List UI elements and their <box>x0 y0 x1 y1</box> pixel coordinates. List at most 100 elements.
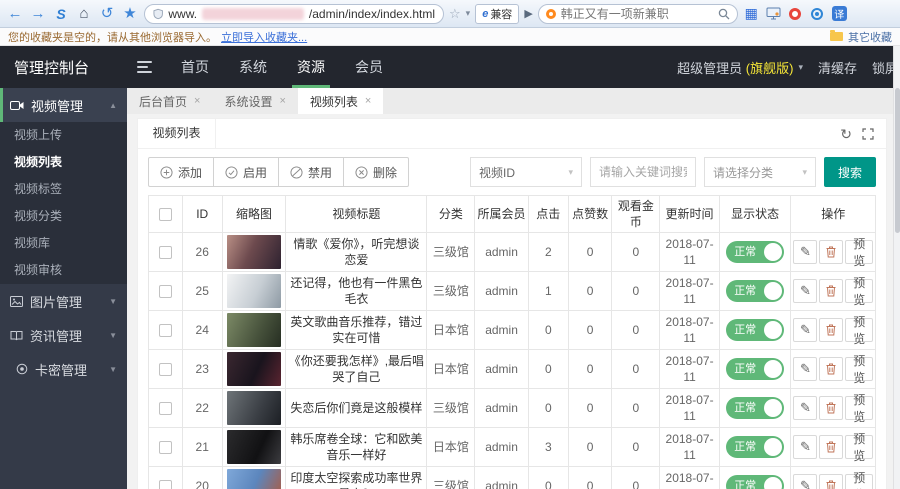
translate-icon[interactable]: 译 <box>831 5 848 22</box>
username-menu[interactable]: 超级管理员 (旗舰版) <box>677 58 793 77</box>
search-button[interactable]: 搜索 <box>824 157 876 187</box>
home-icon[interactable]: ⌂ <box>75 6 93 21</box>
browser-search-box[interactable]: 韩正又有一项新兼职 <box>537 3 738 24</box>
import-bookmarks-link[interactable]: 立即导入收藏夹... <box>221 29 307 45</box>
scrollbar-thumb[interactable] <box>895 88 900 233</box>
video-thumbnail[interactable] <box>226 313 281 348</box>
preview-button[interactable]: 预览 <box>845 471 873 489</box>
preview-button[interactable]: 预览 <box>845 237 873 268</box>
screenshot-icon[interactable] <box>765 5 782 22</box>
address-bar[interactable]: www. /admin/index/index.html <box>144 3 444 24</box>
other-bookmarks-label[interactable]: 其它收藏 <box>848 29 892 45</box>
preview-button[interactable]: 预览 <box>845 393 873 424</box>
video-thumbnail[interactable] <box>226 391 281 426</box>
status-toggle[interactable]: 正常 <box>726 397 785 420</box>
sidebar-item-video-category[interactable]: 视频分类 <box>0 203 127 230</box>
forward-icon[interactable]: → <box>29 6 47 21</box>
video-thumbnail[interactable] <box>226 235 281 270</box>
video-thumbnail[interactable] <box>226 274 281 309</box>
apps-grid-icon[interactable]: ▦ <box>743 5 760 22</box>
preview-button[interactable]: 预览 <box>845 276 873 307</box>
trash-button[interactable] <box>819 474 844 489</box>
edit-button[interactable]: ✎ <box>793 435 818 460</box>
nav-resource[interactable]: 资源 <box>282 46 340 88</box>
sidebar-group-card[interactable]: 卡密管理 ▼ <box>0 352 127 386</box>
refresh-icon[interactable]: ↻ <box>840 127 852 141</box>
sidebar-item-video-library[interactable]: 视频库 <box>0 230 127 257</box>
trash-button[interactable] <box>819 240 844 265</box>
sidebar-item-video-tags[interactable]: 视频标签 <box>0 176 127 203</box>
row-checkbox[interactable] <box>158 440 172 454</box>
privacy-extension-icon[interactable] <box>809 5 826 22</box>
trash-button[interactable] <box>819 357 844 382</box>
close-icon[interactable]: × <box>279 95 285 107</box>
status-toggle[interactable]: 正常 <box>726 436 785 459</box>
user-caret-icon[interactable]: ▾ <box>798 62 803 73</box>
nav-home[interactable]: 首页 <box>166 46 224 88</box>
status-toggle[interactable]: 正常 <box>726 475 785 489</box>
nav-system[interactable]: 系统 <box>224 46 282 88</box>
address-dropdown-icon[interactable]: ▾ <box>466 8 471 19</box>
close-icon[interactable]: × <box>365 95 371 107</box>
edit-button[interactable]: ✎ <box>793 474 818 489</box>
back-icon[interactable]: ← <box>6 6 24 21</box>
go-button[interactable]: ▶ <box>524 7 532 20</box>
fullscreen-icon[interactable] <box>862 127 874 140</box>
menu-collapse-icon[interactable] <box>137 61 152 73</box>
video-thumbnail[interactable] <box>226 430 281 465</box>
panel-tab-video-list[interactable]: 视频列表 <box>138 118 216 149</box>
sidebar-group-news[interactable]: 资讯管理 ▼ <box>0 318 127 352</box>
sidebar-group-video[interactable]: 视频管理 ▲ <box>0 88 127 122</box>
edit-button[interactable]: ✎ <box>793 396 818 421</box>
row-checkbox[interactable] <box>158 245 172 259</box>
edit-button[interactable]: ✎ <box>793 357 818 382</box>
preview-button[interactable]: 预览 <box>845 315 873 346</box>
compat-mode-button[interactable]: e 兼容 <box>475 3 520 24</box>
enable-button[interactable]: 启用 <box>213 157 280 187</box>
filter-field-select[interactable]: 视频ID ▾ <box>470 157 582 187</box>
row-checkbox[interactable] <box>158 401 172 415</box>
sidebar-item-video-list[interactable]: 视频列表 <box>0 149 127 176</box>
trash-button[interactable] <box>819 318 844 343</box>
search-icon[interactable] <box>718 8 730 20</box>
sidebar-group-image[interactable]: 图片管理 ▼ <box>0 284 127 318</box>
status-toggle[interactable]: 正常 <box>726 319 785 342</box>
video-thumbnail[interactable] <box>226 469 281 489</box>
edit-button[interactable]: ✎ <box>793 318 818 343</box>
favorites-icon[interactable]: ★ <box>121 6 139 21</box>
delete-button[interactable]: 删除 <box>343 157 410 187</box>
row-checkbox[interactable] <box>158 284 172 298</box>
category-select[interactable]: 请选择分类 ▾ <box>704 157 816 187</box>
status-toggle[interactable]: 正常 <box>726 241 785 264</box>
trash-button[interactable] <box>819 435 844 460</box>
tab-video-list[interactable]: 视频列表 × <box>297 88 384 114</box>
sidebar-item-video-upload[interactable]: 视频上传 <box>0 122 127 149</box>
donut-extension-icon[interactable] <box>787 5 804 22</box>
keyword-input[interactable] <box>590 157 696 187</box>
close-icon[interactable]: × <box>194 95 200 107</box>
vertical-scrollbar[interactable] <box>893 46 900 489</box>
row-checkbox[interactable] <box>158 362 172 376</box>
add-button[interactable]: 添加 <box>148 157 215 187</box>
select-all-checkbox[interactable] <box>158 207 172 221</box>
status-toggle[interactable]: 正常 <box>726 358 785 381</box>
video-thumbnail[interactable] <box>226 352 281 387</box>
preview-button[interactable]: 预览 <box>845 432 873 463</box>
sidebar-item-video-review[interactable]: 视频审核 <box>0 257 127 284</box>
bookmark-star-icon[interactable]: ☆ <box>449 6 461 22</box>
edit-button[interactable]: ✎ <box>793 279 818 304</box>
undo-icon[interactable]: ↺ <box>98 6 116 21</box>
row-checkbox[interactable] <box>158 479 172 489</box>
row-checkbox[interactable] <box>158 323 172 337</box>
tab-dashboard[interactable]: 后台首页 × <box>127 88 212 114</box>
edit-button[interactable]: ✎ <box>793 240 818 265</box>
trash-button[interactable] <box>819 279 844 304</box>
clear-cache-button[interactable]: 清缓存 <box>818 58 857 77</box>
trash-button[interactable] <box>819 396 844 421</box>
nav-member[interactable]: 会员 <box>340 46 398 88</box>
status-toggle[interactable]: 正常 <box>726 280 785 303</box>
preview-button[interactable]: 预览 <box>845 354 873 385</box>
disable-button[interactable]: 禁用 <box>278 157 345 187</box>
browser-logo-icon[interactable]: S <box>52 7 70 21</box>
tab-system-settings[interactable]: 系统设置 × <box>212 88 297 114</box>
